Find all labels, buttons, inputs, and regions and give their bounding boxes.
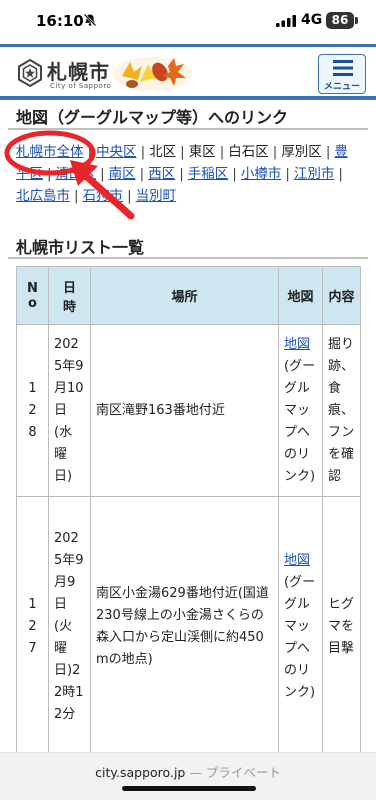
- ward-link[interactable]: 清田区: [56, 166, 97, 182]
- site-logo-subtext: City of Sapporo: [50, 82, 112, 90]
- menu-label: メニュー: [323, 82, 360, 92]
- autumn-leaves-icon: [112, 57, 192, 91]
- map-links-title: 地図（グーグルマップ等）へのリンク: [16, 108, 289, 127]
- link-separator: |: [232, 166, 237, 182]
- row-place: 南区小金湯629番地付近(国道230号線上の小金湯さくらの森入口から定山渓側に約…: [90, 496, 279, 757]
- sapporo-emblem-icon[interactable]: [16, 59, 44, 87]
- header-map: 地図: [278, 266, 323, 325]
- ward-label: 厚別区: [281, 144, 322, 160]
- row-map: 地図 (グーグルマップへのリンク): [278, 496, 323, 757]
- ward-links-line-2: 平区 | 清田区 | 南区 | 西区 | 手稲区 | 小樽市 | 江別市 |: [16, 164, 347, 184]
- signal-icon: [276, 15, 296, 27]
- link-separator: |: [139, 166, 145, 182]
- battery-tip: [355, 17, 358, 24]
- url-privacy-label: プライベート: [205, 765, 281, 780]
- url-domain: city.sapporo.jp: [95, 765, 186, 780]
- section-divider: [8, 257, 368, 259]
- ward-link[interactable]: 平区: [16, 166, 43, 182]
- ward-link[interactable]: 中央区: [96, 144, 137, 160]
- home-indicator: [122, 786, 256, 791]
- section-divider: [8, 128, 368, 130]
- menu-button[interactable]: メニュー: [318, 54, 366, 94]
- link-separator: |: [338, 166, 343, 182]
- link-separator: |: [140, 144, 146, 160]
- row-date: 2025年9月10日(水曜日): [48, 324, 91, 497]
- bell-off-icon: [83, 13, 97, 27]
- status-bar: 16:10 4G 86: [0, 0, 376, 44]
- ward-link[interactable]: 西区: [148, 166, 175, 182]
- ward-link[interactable]: 豊: [334, 144, 348, 160]
- header-place: 場所: [90, 266, 279, 325]
- header-divider: [0, 96, 376, 100]
- link-separator: |: [100, 166, 105, 182]
- site-logo-text[interactable]: 札幌市: [47, 56, 110, 85]
- link-separator: |: [272, 144, 278, 160]
- sighting-table: No 日時 場所 地図 内容 128 2025年9月10日(水曜日) 南区滝野1…: [16, 266, 361, 757]
- ward-label: 白石区: [228, 144, 269, 160]
- link-separator: |: [179, 166, 184, 182]
- ward-links-line-1: 札幌市全体 | 中央区 | 北区 | 東区 | 白石区 | 厚別区 | 豊: [16, 142, 348, 162]
- link-separator: |: [219, 144, 225, 160]
- ward-link[interactable]: 江別市: [294, 166, 335, 182]
- battery-icon: 86: [326, 12, 354, 29]
- row-no: 127: [16, 496, 49, 757]
- header-date: 日時: [48, 266, 91, 325]
- hamburger-menu-icon: [333, 60, 353, 76]
- table-row: 127 2025年9月9日(火曜日)22時12分 南区小金湯629番地付近(国道…: [16, 496, 361, 757]
- link-separator: |: [127, 188, 132, 204]
- table-header-row: No 日時 場所 地図 内容: [16, 266, 361, 325]
- ward-link[interactable]: 当別町: [136, 188, 177, 204]
- network-type: 4G: [301, 12, 323, 28]
- link-separator: |: [47, 166, 52, 182]
- ward-link[interactable]: 小樽市: [241, 166, 282, 182]
- row-content: 掘り跡、食痕、フンを確認: [322, 324, 361, 497]
- row-place: 南区滝野163番地付近: [90, 324, 279, 497]
- map-link[interactable]: 地図: [284, 553, 310, 568]
- header-content: 内容: [322, 266, 361, 325]
- ward-links-line-3: 北広島市 | 石狩市 | 当別町: [16, 186, 176, 206]
- link-separator: |: [285, 166, 290, 182]
- ward-link[interactable]: 北広島市: [16, 188, 70, 204]
- ward-link[interactable]: 札幌市全体: [16, 144, 84, 160]
- ward-link[interactable]: 石狩市: [83, 188, 124, 204]
- map-link[interactable]: 地図: [284, 337, 310, 352]
- ward-label: 東区: [188, 144, 216, 160]
- link-separator: |: [180, 144, 185, 160]
- status-time: 16:10: [36, 12, 84, 30]
- url-text: city.sapporo.jp — プライベート: [0, 762, 376, 781]
- browser-url-bar[interactable]: city.sapporo.jp — プライベート: [0, 752, 376, 800]
- ward-link[interactable]: 南区: [109, 166, 136, 182]
- table-row: 128 2025年9月10日(水曜日) 南区滝野163番地付近 地図 (グーグルマ…: [16, 324, 361, 497]
- row-date: 2025年9月9日(火曜日)22時12分: [48, 496, 91, 757]
- ward-link[interactable]: 手稲区: [188, 166, 229, 182]
- row-content: ヒグマを目撃: [322, 496, 361, 757]
- ward-label: 北区: [149, 144, 177, 160]
- row-no: 128: [16, 324, 49, 497]
- url-separator: —: [189, 765, 202, 780]
- map-link-note: (グーグルマップへのリンク): [284, 358, 316, 484]
- map-link-note: (グーグルマップへのリンク): [284, 574, 316, 700]
- link-separator: |: [325, 144, 331, 160]
- site-header: 札幌市 City of Sapporo メニュー: [0, 44, 376, 96]
- header-no: No: [16, 266, 49, 325]
- list-section-title: 札幌市リスト一覧: [16, 238, 145, 257]
- link-separator: |: [87, 144, 93, 160]
- row-map: 地図 (グーグルマップへのリンク): [278, 324, 323, 497]
- link-separator: |: [74, 188, 79, 204]
